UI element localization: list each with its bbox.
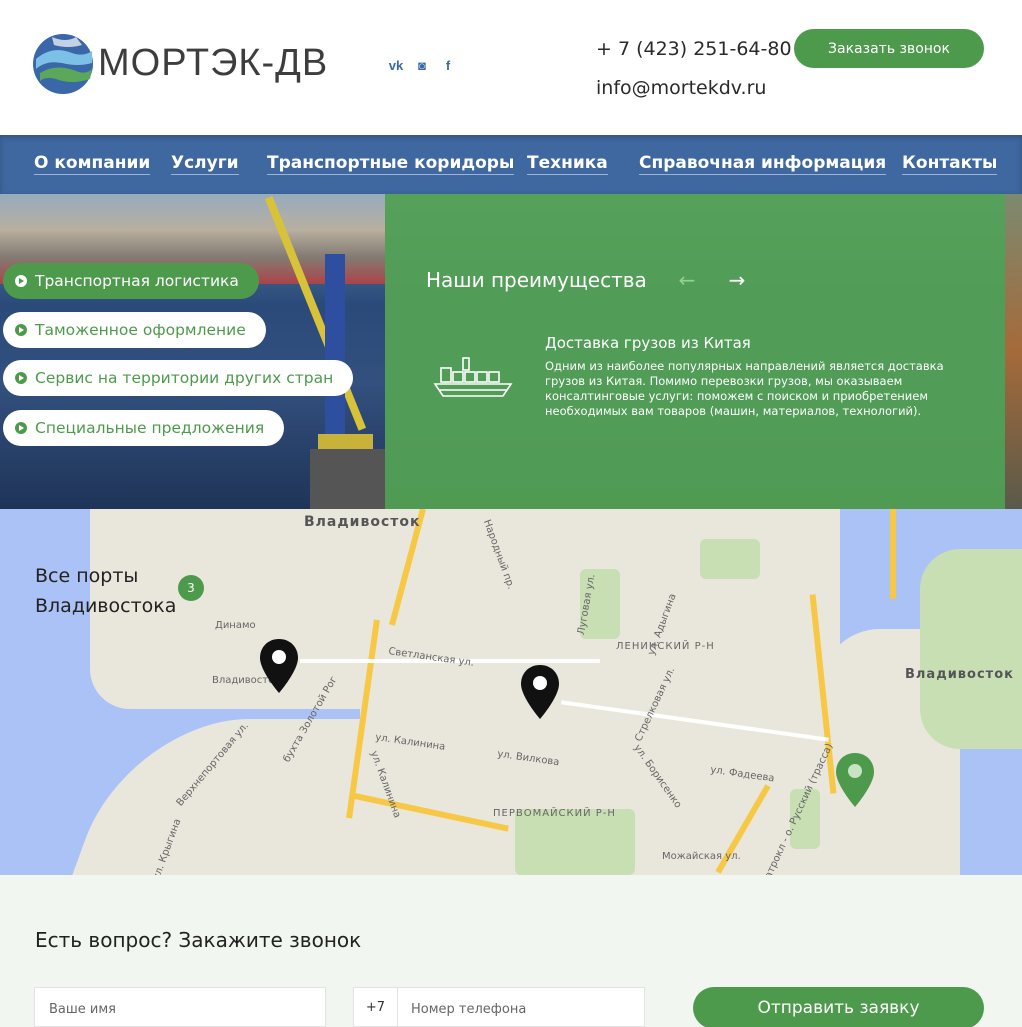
nav-item-services[interactable]: Услуги xyxy=(171,153,239,175)
service-menu-logistics[interactable]: Транспортная логистика xyxy=(3,263,259,299)
site-header: МОРТЭК-ДВ vk ◙ f + 7 (423) 251-64-80 inf… xyxy=(0,0,1022,135)
nav-item-corridors[interactable]: Транспортные коридоры xyxy=(267,153,515,175)
map-park xyxy=(700,539,760,579)
port-pin-3[interactable] xyxy=(836,753,874,807)
company-logo[interactable] xyxy=(32,33,94,95)
map-title: Все порты Владивостока xyxy=(35,561,176,621)
phone-field[interactable]: +7 Номер телефона xyxy=(353,987,645,1027)
port-pin-2[interactable] xyxy=(521,665,559,719)
map-label-place: Динамо xyxy=(215,620,256,631)
phone-prefix: +7 xyxy=(354,988,398,1027)
advantage-item-title: Доставка грузов из Китая xyxy=(545,334,751,352)
submit-request-button[interactable]: Отправить заявку xyxy=(693,987,984,1027)
map-label-street: Можайская ул. xyxy=(662,851,741,862)
advantage-item-text: Одним из наиболее популярных направлений… xyxy=(545,359,944,418)
name-field[interactable]: Ваше имя xyxy=(34,987,326,1027)
service-menu-customs[interactable]: Таможенное оформление xyxy=(3,312,266,348)
service-menu-foreign[interactable]: Сервис на территории других стран xyxy=(3,360,354,396)
chevron-right-icon xyxy=(15,324,27,336)
header-email[interactable]: info@mortekdv.ru xyxy=(596,77,766,99)
cargo-ship-icon xyxy=(433,357,513,397)
facebook-icon[interactable]: f xyxy=(440,58,456,74)
social-links: vk ◙ f xyxy=(388,58,456,74)
hero-photo-edge xyxy=(1005,194,1022,509)
vk-icon[interactable]: vk xyxy=(388,58,404,74)
port-pin-1[interactable] xyxy=(260,639,298,693)
hero-section: Транспортная логистика Таможенное оформл… xyxy=(0,194,1022,509)
service-menu-label: Таможенное оформление xyxy=(35,321,246,339)
service-menu-special[interactable]: Специальные предложения xyxy=(3,410,285,446)
header-phone[interactable]: + 7 (423) 251-64-80 xyxy=(596,38,792,60)
callback-button[interactable]: Заказать звонок xyxy=(794,29,984,68)
phone-placeholder: Номер телефона xyxy=(411,1002,527,1017)
chevron-right-icon xyxy=(15,422,27,434)
name-placeholder: Ваше имя xyxy=(49,1002,116,1017)
map-title-line: Все порты xyxy=(35,565,139,587)
map-label-city: Владивосток xyxy=(304,514,421,530)
map-title-line: Владивостока xyxy=(35,595,177,617)
nav-item-reference[interactable]: Справочная информация xyxy=(639,153,887,175)
callback-form-title: Есть вопрос? Закажите звонок xyxy=(35,928,362,952)
map-road xyxy=(890,509,896,599)
arrow-right-icon[interactable]: → xyxy=(725,268,749,292)
advantages-title: Наши преимущества xyxy=(426,268,647,292)
nav-item-about[interactable]: О компании xyxy=(34,153,151,175)
map-park xyxy=(920,549,1022,749)
instagram-icon[interactable]: ◙ xyxy=(414,58,430,74)
nav-item-contacts[interactable]: Контакты xyxy=(902,153,998,175)
chevron-right-icon xyxy=(15,372,27,384)
service-menu-label: Транспортная логистика xyxy=(35,272,239,290)
arrow-left-icon[interactable]: ← xyxy=(675,268,699,292)
logo-text: МОРТЭК-ДВ xyxy=(98,42,329,84)
main-nav: О компании Услуги Транспортные коридоры … xyxy=(0,135,1022,194)
ports-count-badge: 3 xyxy=(178,575,204,601)
chevron-right-icon xyxy=(15,275,27,287)
map-label-district: ЛЕНИНСКИЙ Р-Н xyxy=(616,641,715,652)
nav-item-equipment[interactable]: Техника xyxy=(527,153,608,175)
hero-photo-crane-mast xyxy=(325,254,345,454)
callback-form-section: Есть вопрос? Закажите звонок Ваше имя +7… xyxy=(0,875,1022,1027)
advantages-panel: Наши преимущества ← → Доставка грузов из… xyxy=(385,194,1005,509)
service-menu-label: Сервис на территории других стран xyxy=(35,369,334,387)
service-menu-label: Специальные предложения xyxy=(35,419,265,437)
map-label-city: Владивосток xyxy=(905,667,1014,682)
hero-photo-crane-base xyxy=(310,449,385,509)
map-label-district: ПЕРВОМАЙСКИЙ Р-Н xyxy=(493,808,616,819)
ports-map[interactable]: Все порты Владивостока 3 Владивосток Вла… xyxy=(0,509,1022,875)
